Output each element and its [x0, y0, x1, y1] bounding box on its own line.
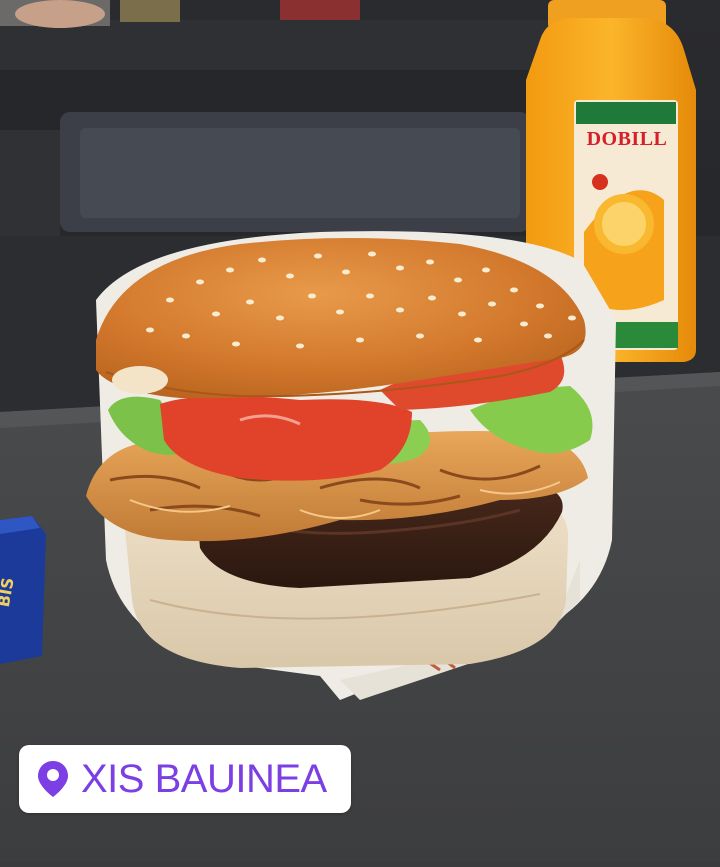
location-sticker[interactable]: XIS BAUINEA	[19, 745, 351, 813]
bottle-brand-label: DOBILL	[586, 128, 668, 150]
location-pin-icon	[35, 759, 71, 799]
snack-box: BIS	[0, 516, 46, 664]
location-label: XIS BAUINEA	[81, 757, 327, 801]
food-photo: BIS DOBILL	[0, 0, 720, 862]
